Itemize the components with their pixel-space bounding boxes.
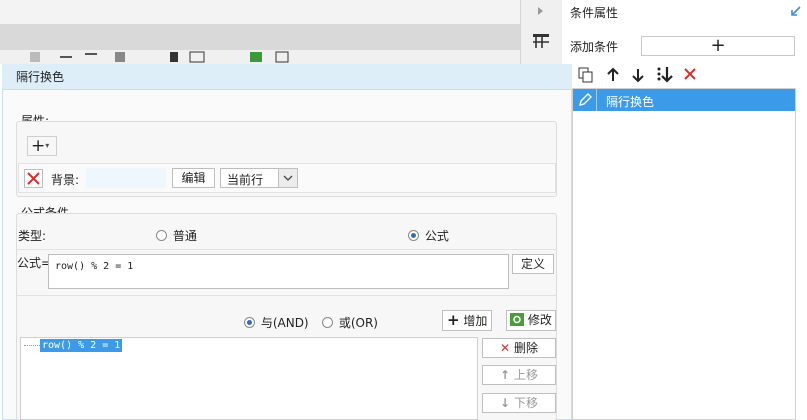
condition-list — [572, 88, 796, 420]
scope-select-value: 当前行 — [227, 173, 264, 187]
modify-button[interactable]: 修改 — [506, 310, 556, 331]
move-to-bottom-icon[interactable] — [656, 66, 674, 87]
delete-property-button[interactable] — [24, 169, 43, 188]
add-condition-label: 添加条件 — [570, 40, 619, 54]
panel-title: 条件属性 — [570, 6, 619, 20]
list-separator — [596, 89, 597, 111]
logic-or-label: 或(OR) — [338, 316, 378, 330]
pin-icon[interactable] — [790, 5, 802, 20]
define-button[interactable]: 定义 — [512, 254, 554, 274]
scope-select[interactable]: 当前行 — [220, 168, 298, 188]
radio-circle — [408, 230, 419, 241]
app-toolbar-area — [0, 0, 520, 24]
type-normal-label: 普通 — [172, 229, 197, 243]
modify-icon — [510, 313, 524, 326]
app-ribbon-bar — [0, 24, 520, 50]
arrow-up-icon: ↑ — [500, 368, 511, 382]
add-condition-button[interactable]: + — [641, 36, 795, 56]
close-icon: ✕ — [500, 341, 511, 355]
move-down-button[interactable]: ↓ 下移 — [482, 393, 556, 413]
close-icon — [27, 172, 40, 185]
delete-button[interactable]: ✕ 删除 — [482, 338, 556, 358]
edit-pencil-icon[interactable] — [578, 93, 592, 110]
type-label: 类型: — [18, 229, 47, 243]
radio-circle — [244, 317, 255, 328]
dropdown-arrow-icon: ▾ — [45, 141, 50, 150]
formula-input[interactable]: row() % 2 = 1 — [48, 254, 509, 289]
condition-tree-item[interactable]: row() % 2 = 1 — [40, 339, 123, 352]
type-normal-radio[interactable]: 普通 — [156, 227, 197, 244]
radio-circle — [322, 317, 333, 328]
add-property-button[interactable]: +▾ — [27, 136, 57, 156]
logic-and-label: 与(AND) — [260, 316, 309, 330]
app-format-toolbar — [0, 50, 520, 64]
arrow-down-icon: ↓ — [500, 396, 511, 410]
move-up-icon[interactable] — [606, 67, 620, 86]
logic-or-radio[interactable]: 或(OR) — [322, 314, 378, 331]
logic-and-radio[interactable]: 与(AND) — [244, 314, 309, 331]
type-formula-radio[interactable]: 公式 — [408, 227, 449, 244]
move-down-icon[interactable] — [631, 67, 645, 86]
radio-circle — [156, 230, 167, 241]
dialog-title: 隔行换色 — [2, 64, 572, 90]
move-up-button[interactable]: ↑ 上移 — [482, 365, 556, 385]
chevron-down-icon — [278, 169, 297, 187]
edit-background-button[interactable]: 编辑 — [172, 168, 215, 188]
type-formula-label: 公式 — [424, 229, 449, 243]
plus-icon: + — [447, 311, 460, 329]
copy-icon[interactable] — [578, 67, 594, 86]
tree-connector — [24, 345, 40, 346]
add-condition-item-button[interactable]: + 增加 — [442, 310, 492, 331]
collapse-arrow-icon[interactable] — [537, 5, 545, 19]
formula-label: 公式= — [17, 256, 52, 270]
background-color-swatch[interactable] — [86, 168, 166, 188]
background-label: 背景: — [51, 173, 80, 187]
condition-item-label: 隔行换色 — [606, 95, 655, 109]
divider — [16, 295, 557, 296]
remove-condition-icon[interactable] — [683, 67, 697, 84]
divider — [16, 249, 557, 250]
table-icon[interactable] — [532, 33, 550, 52]
